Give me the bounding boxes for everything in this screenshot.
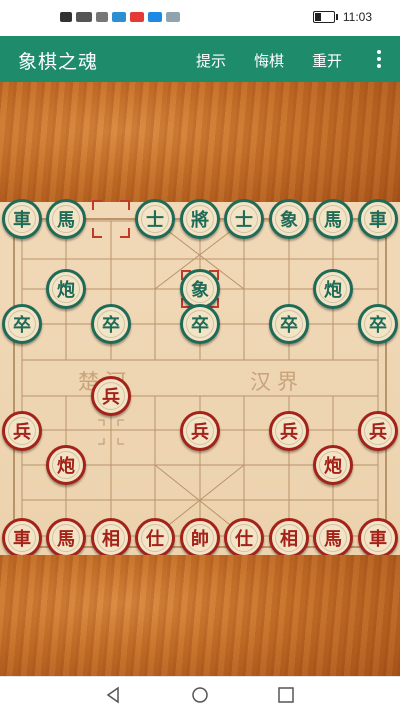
app-title: 象棋之魂 — [18, 51, 99, 73]
piece-black-horse[interactable]: 馬 — [313, 199, 353, 239]
piece-red-minister[interactable]: 相 — [269, 518, 309, 558]
app-icon-4 — [166, 12, 180, 22]
home-icon[interactable] — [191, 686, 209, 704]
back-icon[interactable] — [104, 686, 122, 704]
piece-red-horse[interactable]: 馬 — [46, 518, 86, 558]
status-bar: 11:03 — [0, 0, 400, 36]
app-icon-3 — [148, 12, 162, 22]
piece-red-chariot[interactable]: 車 — [2, 518, 42, 558]
piece-red-soldier[interactable]: 兵 — [2, 411, 42, 451]
piece-black-elephant[interactable]: 象 — [269, 199, 309, 239]
piece-black-advisor[interactable]: 士 — [224, 199, 264, 239]
undo-button[interactable]: 悔棋 — [254, 50, 284, 71]
piece-black-chariot[interactable]: 車 — [358, 199, 398, 239]
restart-button[interactable]: 重开 — [312, 50, 342, 71]
piece-black-cannon[interactable]: 炮 — [46, 269, 86, 309]
piece-black-soldier[interactable]: 卒 — [358, 304, 398, 344]
piece-red-cannon[interactable]: 炮 — [46, 445, 86, 485]
hd-icon — [60, 12, 72, 22]
piece-red-soldier[interactable]: 兵 — [180, 411, 220, 451]
river-text-right: 汉界 — [250, 370, 304, 394]
piece-red-general[interactable]: 帥 — [180, 518, 220, 558]
piece-black-chariot[interactable]: 車 — [2, 199, 42, 239]
wood-panel-bottom — [0, 555, 400, 676]
piece-red-advisor[interactable]: 仕 — [224, 518, 264, 558]
piece-red-minister[interactable]: 相 — [91, 518, 131, 558]
piece-black-soldier[interactable]: 卒 — [269, 304, 309, 344]
wood-panel-top — [0, 82, 400, 202]
piece-red-soldier[interactable]: 兵 — [358, 411, 398, 451]
status-icons — [60, 12, 180, 22]
piece-black-cannon[interactable]: 炮 — [313, 269, 353, 309]
chess-board[interactable] — [0, 202, 400, 555]
piece-red-horse[interactable]: 馬 — [313, 518, 353, 558]
piece-red-soldier[interactable]: 兵 — [91, 376, 131, 416]
app-bar: 象棋之魂 提示 悔棋 重开 — [0, 36, 400, 82]
battery-icon — [312, 11, 338, 23]
piece-black-soldier[interactable]: 卒 — [2, 304, 42, 344]
app-icon-2 — [130, 12, 144, 22]
piece-black-elephant-moved[interactable]: 象 — [180, 269, 220, 309]
piece-black-soldier[interactable]: 卒 — [91, 304, 131, 344]
piece-red-cannon[interactable]: 炮 — [313, 445, 353, 485]
recents-icon[interactable] — [277, 686, 295, 704]
board-grid — [13, 218, 387, 548]
system-nav-bar — [0, 676, 400, 712]
signal-icon — [76, 12, 92, 22]
move-from-marker — [92, 200, 130, 238]
hint-button[interactable]: 提示 — [196, 50, 226, 71]
wifi-icon — [96, 12, 108, 22]
app-icon-1 — [112, 12, 126, 22]
piece-red-advisor[interactable]: 仕 — [135, 518, 175, 558]
piece-black-general[interactable]: 將 — [180, 199, 220, 239]
status-time: 11:03 — [342, 10, 372, 24]
piece-red-soldier[interactable]: 兵 — [269, 411, 309, 451]
piece-red-chariot[interactable]: 車 — [358, 518, 398, 558]
piece-black-soldier[interactable]: 卒 — [180, 304, 220, 344]
piece-black-advisor[interactable]: 士 — [135, 199, 175, 239]
more-options-icon[interactable] — [376, 50, 382, 68]
piece-black-horse[interactable]: 馬 — [46, 199, 86, 239]
